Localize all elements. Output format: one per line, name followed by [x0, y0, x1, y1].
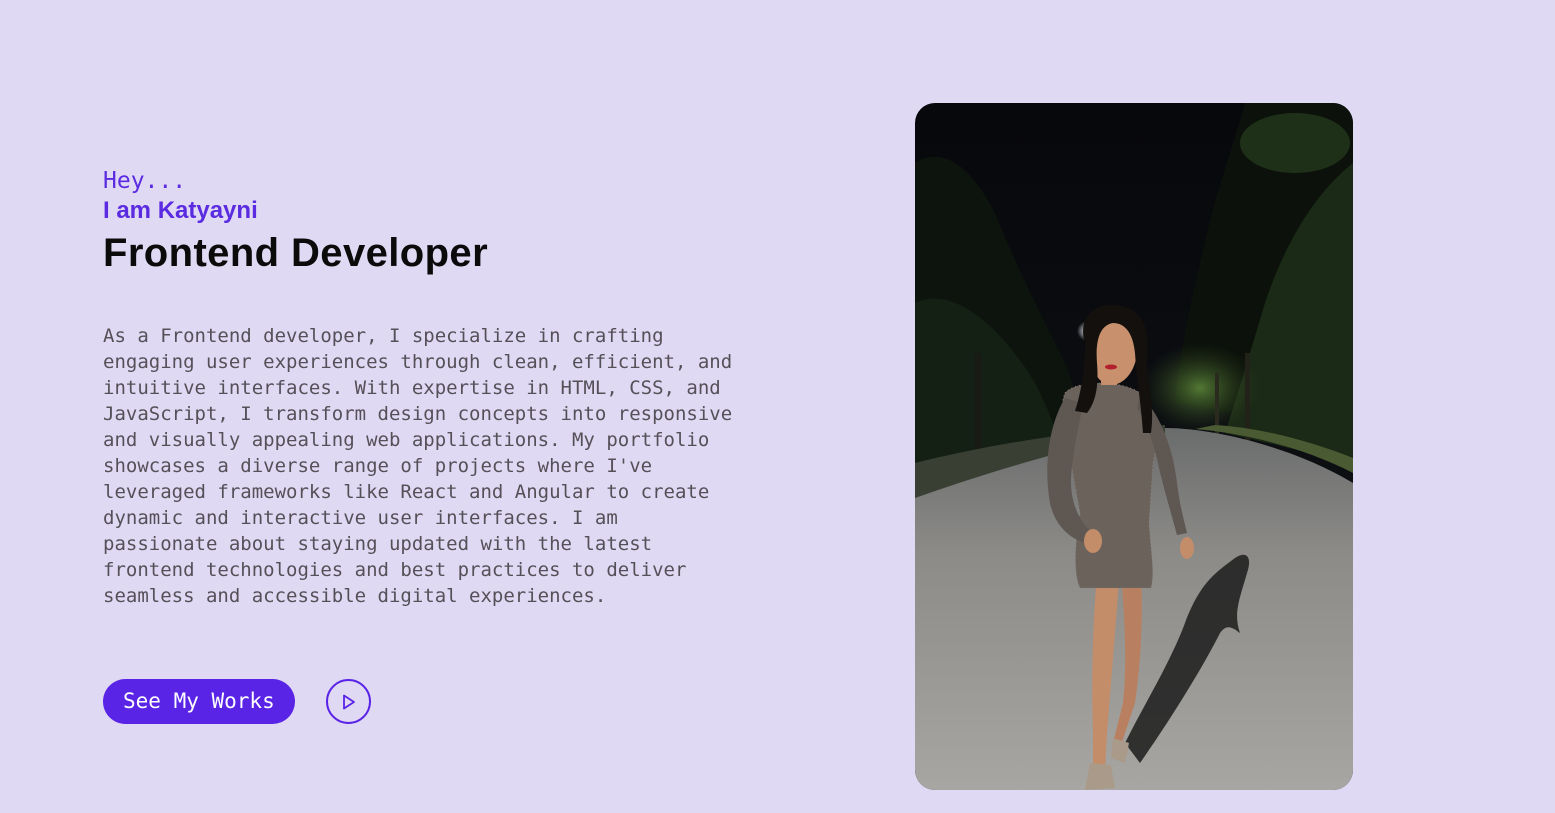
play-button[interactable] — [325, 679, 371, 724]
hero-page: Hey... I am Katyayni Frontend Developer … — [0, 0, 1555, 813]
cta-row: See My Works — [103, 679, 371, 724]
role-title: Frontend Developer — [103, 231, 489, 275]
profile-photo-illustration — [915, 103, 1353, 790]
intro-name: I am Katyayni — [103, 197, 258, 224]
hero-text-block: Hey... I am Katyayni Frontend Developer … — [103, 166, 743, 609]
bio-paragraph: As a Frontend developer, I specialize in… — [103, 325, 733, 607]
greeting-text: Hey... — [103, 168, 187, 194]
play-circle-icon — [343, 694, 356, 709]
see-my-works-button[interactable]: See My Works — [103, 679, 295, 724]
profile-photo — [915, 103, 1353, 790]
